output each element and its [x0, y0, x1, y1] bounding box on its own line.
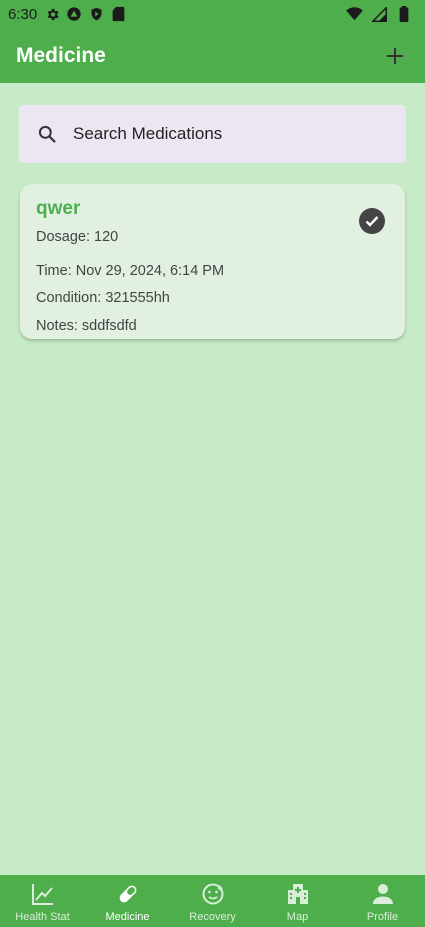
- pill-icon: [115, 881, 141, 907]
- nav-label-health-stat: Health Stat: [15, 911, 70, 923]
- medication-notes: Notes: sddfsdfd: [36, 318, 137, 334]
- chart-line-icon: [30, 881, 56, 907]
- nav-item-medicine[interactable]: Medicine: [85, 875, 170, 927]
- battery-icon: [395, 5, 413, 23]
- page-title: Medicine: [16, 43, 106, 67]
- nav-label-medicine: Medicine: [105, 911, 150, 923]
- medication-time: Time: Nov 29, 2024, 6:14 PM: [36, 263, 225, 279]
- medication-name: qwer: [36, 198, 81, 219]
- face-icon: [200, 881, 226, 907]
- status-right-icons: [345, 5, 417, 23]
- sd-card-icon: [109, 5, 127, 23]
- nav-label-profile: Profile: [366, 911, 399, 923]
- plus-icon: [387, 47, 403, 64]
- status-time: 6:30: [8, 5, 38, 23]
- nav-item-recovery[interactable]: Recovery: [170, 875, 255, 927]
- medication-condition: Condition: 321555hh: [36, 290, 170, 306]
- shield-icon: [87, 5, 105, 23]
- search-input[interactable]: [73, 124, 373, 144]
- nav-label-map: Map: [286, 911, 309, 923]
- nav-item-health-stat[interactable]: Health Stat: [0, 875, 85, 927]
- nav-label-recovery: Recovery: [189, 911, 236, 923]
- check-icon: [365, 216, 379, 227]
- person-icon: [370, 881, 396, 907]
- app-bar: Medicine: [0, 28, 425, 83]
- android-icon: [65, 5, 83, 23]
- add-medication-button[interactable]: [381, 42, 409, 70]
- medication-dosage: Dosage: 120: [36, 229, 119, 245]
- settings-icon: [43, 5, 61, 23]
- status-bar: 6:30: [0, 0, 425, 28]
- nav-item-map[interactable]: Map: [255, 875, 340, 927]
- search-bar[interactable]: [19, 105, 406, 163]
- bottom-navigation: Health Stat Medicine Recovery Map Profil…: [0, 875, 425, 927]
- nav-item-profile[interactable]: Profile: [340, 875, 425, 927]
- hospital-icon: [285, 881, 311, 907]
- wifi-icon: [345, 5, 363, 23]
- taken-check-button[interactable]: [359, 208, 385, 234]
- signal-icon: [370, 5, 388, 23]
- medication-card[interactable]: qwer Dosage: 120 Time: Nov 29, 2024, 6:1…: [20, 184, 405, 339]
- search-icon: [35, 122, 59, 146]
